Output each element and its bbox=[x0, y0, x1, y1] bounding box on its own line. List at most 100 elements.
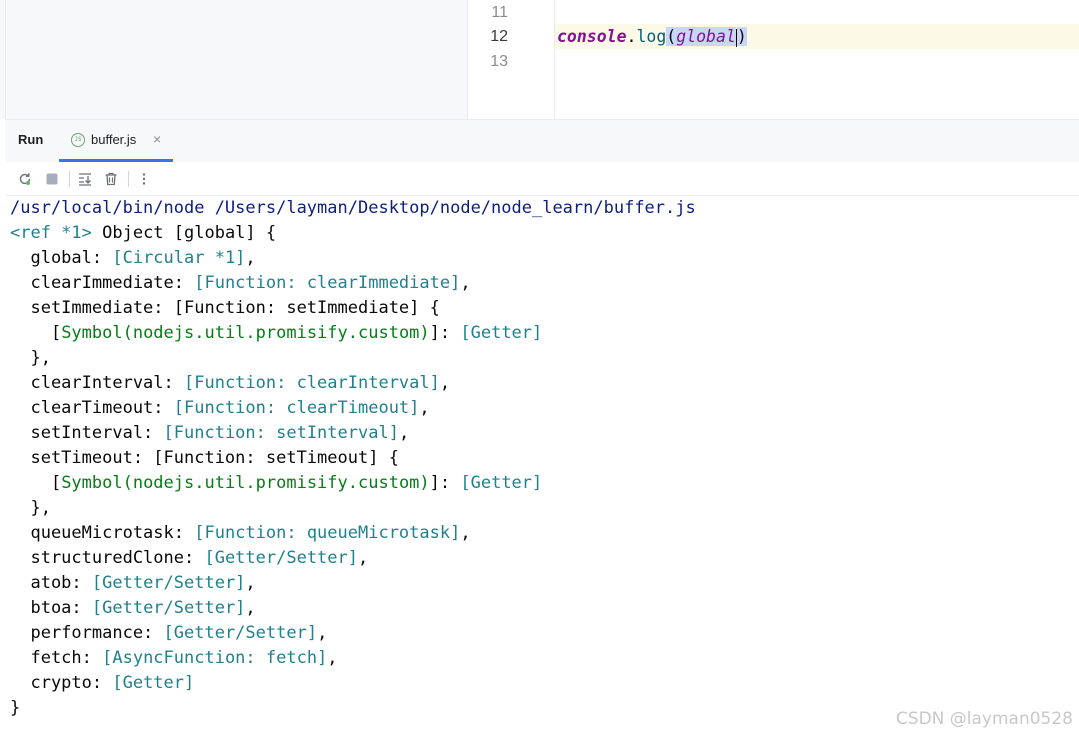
console-text: [ bbox=[10, 323, 62, 343]
console-value: <ref *1> bbox=[10, 223, 92, 243]
console-text: , bbox=[245, 573, 256, 593]
console-text: , bbox=[327, 648, 338, 668]
editor-divider bbox=[5, 0, 6, 119]
console-value: [Function: clearInterval] bbox=[184, 373, 440, 393]
console-value: [Getter] bbox=[460, 323, 543, 343]
console-text: ]: bbox=[429, 473, 461, 493]
console-value: [Function: clearImmediate] bbox=[194, 273, 461, 293]
console-text: , bbox=[245, 598, 256, 618]
scroll-to-end-icon[interactable] bbox=[75, 169, 95, 189]
console-text: ]: bbox=[429, 323, 461, 343]
console-text: btoa: bbox=[10, 598, 92, 618]
console-line: performance: [Getter/Setter], bbox=[10, 621, 327, 646]
console-value: [Getter/Setter] bbox=[204, 548, 358, 568]
console-value: [Circular *1] bbox=[112, 248, 246, 268]
console-text: clearImmediate: bbox=[10, 273, 195, 293]
code-token-object: console bbox=[557, 27, 627, 46]
tab-label: buffer.js bbox=[91, 132, 137, 147]
console-text: , bbox=[419, 398, 430, 418]
rerun-icon[interactable] bbox=[15, 169, 35, 189]
console-text: crypto: bbox=[10, 673, 113, 693]
console-value: [Getter] bbox=[112, 673, 195, 693]
code-line[interactable]: console.log(global) bbox=[557, 24, 747, 49]
code-token-close-paren: ) bbox=[736, 27, 747, 46]
stop-icon[interactable] bbox=[42, 169, 62, 189]
clear-all-icon[interactable] bbox=[101, 169, 121, 189]
editor-empty-pane bbox=[0, 0, 468, 119]
console-value: [Getter/Setter] bbox=[91, 573, 246, 593]
code-token-open-paren: ( bbox=[666, 27, 677, 46]
console-line: setTimeout: [Function: setTimeout] { bbox=[10, 446, 399, 471]
console-text: }, bbox=[10, 498, 51, 518]
more-options-icon[interactable] bbox=[134, 169, 154, 189]
console-line: global: [Circular *1], bbox=[10, 246, 256, 271]
code-editor[interactable]: 11 12 13 console.log(global) bbox=[0, 0, 1079, 119]
console-line: setInterval: [Function: setInterval], bbox=[10, 421, 409, 446]
console-text: }, bbox=[10, 348, 51, 368]
run-tool-window-header: Run JS buffer.js × bbox=[5, 119, 1079, 163]
console-text: clearInterval: bbox=[10, 373, 184, 393]
code-token-dot: . bbox=[626, 27, 637, 46]
console-text: } bbox=[10, 698, 21, 718]
console-line: clearImmediate: [Function: clearImmediat… bbox=[10, 271, 471, 296]
code-token-argument: global bbox=[676, 27, 736, 46]
console-text: fetch: bbox=[10, 648, 103, 668]
run-toolbar bbox=[5, 162, 1079, 196]
line-number-gutter: 11 12 13 bbox=[468, 0, 555, 119]
console-text: , bbox=[245, 248, 256, 268]
tab-buffer-js[interactable]: JS buffer.js × bbox=[59, 120, 173, 162]
console-line: [Symbol(nodejs.util.promisify.custom)]: … bbox=[10, 321, 542, 346]
console-text: global: bbox=[10, 248, 113, 268]
console-value: [AsyncFunction: fetch] bbox=[102, 648, 328, 668]
console-command-line: /usr/local/bin/node /Users/layman/Deskto… bbox=[10, 198, 696, 218]
console-symbol: Symbol(nodejs.util.promisify.custom) bbox=[61, 473, 430, 493]
console-value: [Function: queueMicrotask] bbox=[194, 523, 461, 543]
console-line: clearTimeout: [Function: clearTimeout], bbox=[10, 396, 430, 421]
console-line: }, bbox=[10, 496, 51, 521]
console-text: , bbox=[460, 523, 471, 543]
console-text: , bbox=[358, 548, 369, 568]
console-line: [Symbol(nodejs.util.promisify.custom)]: … bbox=[10, 471, 542, 496]
console-text: setTimeout: [Function: setTimeout] { bbox=[10, 448, 399, 468]
console-line: setImmediate: [Function: setImmediate] { bbox=[10, 296, 440, 321]
console-value: [Getter] bbox=[460, 473, 543, 493]
close-icon[interactable]: × bbox=[153, 131, 161, 147]
console-line: structuredClone: [Getter/Setter], bbox=[10, 546, 368, 571]
console-text: performance: bbox=[10, 623, 164, 643]
console-value: [Function: clearTimeout] bbox=[173, 398, 420, 418]
console-text: setInterval: bbox=[10, 423, 164, 443]
console-text: , bbox=[398, 423, 410, 443]
watermark: CSDN @layman0528 bbox=[895, 709, 1073, 729]
console-line: }, bbox=[10, 346, 51, 371]
line-number: 13 bbox=[490, 53, 508, 70]
console-line: fetch: [AsyncFunction: fetch], bbox=[10, 646, 338, 671]
console-text: clearTimeout: bbox=[10, 398, 174, 418]
console-output[interactable]: /usr/local/bin/node /Users/layman/Deskto… bbox=[5, 196, 1079, 735]
console-symbol: Symbol(nodejs.util.promisify.custom) bbox=[61, 323, 430, 343]
console-text: queueMicrotask: bbox=[10, 523, 195, 543]
console-text: setImmediate: [Function: setImmediate] { bbox=[10, 298, 440, 318]
toolbar-separator bbox=[128, 171, 129, 187]
toolbar-separator bbox=[69, 171, 70, 187]
nodejs-file-icon: JS bbox=[71, 133, 85, 147]
console-text: structuredClone: bbox=[10, 548, 205, 568]
console-line: btoa: [Getter/Setter], bbox=[10, 596, 256, 621]
console-line: queueMicrotask: [Function: queueMicrotas… bbox=[10, 521, 471, 546]
console-text: , bbox=[439, 373, 451, 393]
console-value: [Getter/Setter] bbox=[163, 623, 318, 643]
console-line: } bbox=[10, 696, 20, 721]
console-text: atob: bbox=[10, 573, 92, 593]
console-value: [Getter/Setter] bbox=[91, 598, 246, 618]
console-line: clearInterval: [Function: clearInterval]… bbox=[10, 371, 450, 396]
run-panel-title: Run bbox=[18, 132, 44, 147]
line-number: 11 bbox=[491, 4, 508, 21]
line-number: 12 bbox=[490, 28, 508, 45]
console-text: , bbox=[317, 623, 328, 643]
console-text: Object [global] { bbox=[91, 223, 277, 243]
console-line: atob: [Getter/Setter], bbox=[10, 571, 256, 596]
console-text: , bbox=[460, 273, 471, 293]
code-token-method: log bbox=[636, 27, 667, 46]
console-line: <ref *1> Object [global] { bbox=[10, 221, 276, 246]
console-text: [ bbox=[10, 473, 62, 493]
console-line: crypto: [Getter] bbox=[10, 671, 194, 696]
